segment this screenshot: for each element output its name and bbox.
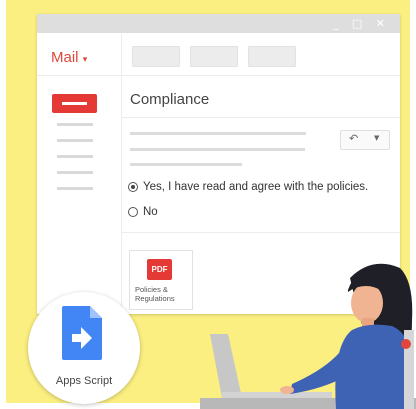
reply-icon: ↶ bbox=[349, 132, 359, 145]
option-no[interactable]: No bbox=[128, 206, 158, 218]
option-yes-label: Yes, I have read and agree with the poli… bbox=[143, 181, 369, 193]
mail-dropdown-icon: ▾ bbox=[82, 55, 88, 65]
apps-script-label: Apps Script bbox=[55, 375, 113, 387]
compose-button[interactable] bbox=[52, 94, 97, 113]
email-subject: Compliance bbox=[130, 91, 210, 108]
attachment-name-line-1: Policies & bbox=[135, 285, 168, 294]
message-line bbox=[130, 163, 242, 166]
subject-divider bbox=[122, 117, 400, 118]
message-line bbox=[130, 132, 306, 135]
mail-window: _ □ ✕ Mail ▾ Compliance ↶ ▼ Yes, I have … bbox=[37, 14, 400, 314]
attachment-divider bbox=[122, 232, 400, 233]
mail-label-text: Mail bbox=[51, 49, 79, 66]
sidebar-item[interactable] bbox=[57, 171, 93, 174]
toolbar-tab-2[interactable] bbox=[190, 46, 238, 67]
window-controls[interactable]: _ □ ✕ bbox=[333, 17, 390, 30]
radio-no[interactable] bbox=[128, 207, 138, 217]
mail-app-label[interactable]: Mail ▾ bbox=[51, 49, 87, 66]
sidebar-item[interactable] bbox=[57, 139, 93, 142]
sidebar-item[interactable] bbox=[57, 123, 93, 126]
message-line bbox=[130, 148, 305, 151]
radio-yes[interactable] bbox=[128, 182, 138, 192]
chevron-down-icon[interactable]: ▼ bbox=[374, 134, 379, 142]
reply-button[interactable]: ↶ ▼ bbox=[340, 130, 390, 150]
option-no-label: No bbox=[143, 206, 158, 218]
apps-script-badge[interactable]: Apps Script bbox=[28, 292, 140, 404]
attachment-name-line-2: Regulations bbox=[135, 294, 175, 303]
title-bar: _ □ ✕ bbox=[37, 14, 400, 33]
pdf-attachment[interactable]: PDF Policies & Regulations bbox=[129, 250, 193, 310]
sidebar-divider bbox=[121, 34, 122, 314]
toolbar-tab-1[interactable] bbox=[132, 46, 180, 67]
toolbar-divider bbox=[37, 75, 400, 76]
sidebar-item[interactable] bbox=[57, 155, 93, 158]
option-yes[interactable]: Yes, I have read and agree with the poli… bbox=[128, 181, 368, 193]
pdf-icon: PDF bbox=[147, 259, 172, 280]
attachment-name: Policies & Regulations bbox=[135, 285, 191, 303]
sidebar-item[interactable] bbox=[57, 187, 93, 190]
apps-script-icon bbox=[62, 306, 102, 360]
toolbar-tab-3[interactable] bbox=[248, 46, 296, 67]
